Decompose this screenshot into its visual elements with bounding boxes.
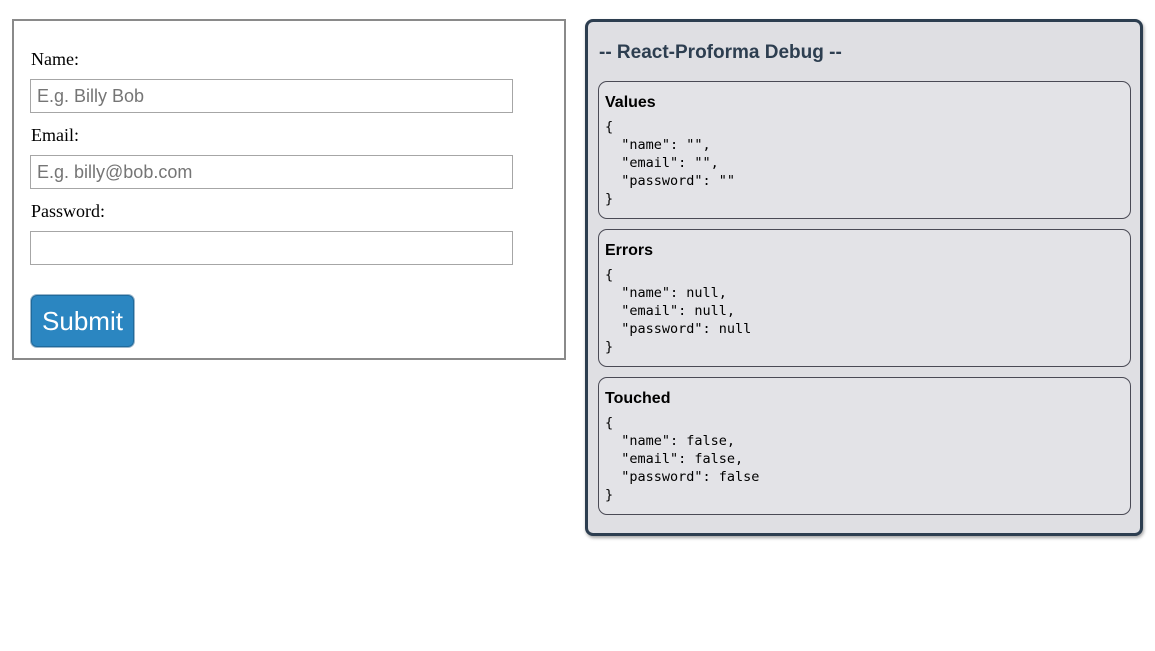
- errors-section: Errors { "name": null, "email": null, "p…: [598, 229, 1131, 367]
- signup-form: Name: Email: Password: Submit: [12, 19, 566, 360]
- email-label: Email:: [31, 125, 79, 145]
- values-title: Values: [605, 94, 656, 111]
- json-line: {: [605, 415, 614, 431]
- name-input[interactable]: [30, 79, 513, 113]
- email-input[interactable]: [30, 155, 513, 189]
- json-line: "name": null,: [605, 285, 727, 301]
- json-line: "password": "": [605, 173, 736, 189]
- json-line: {: [605, 119, 614, 135]
- json-line: }: [605, 191, 614, 207]
- debug-panel: -- React-Proforma Debug -- Values { "nam…: [585, 19, 1143, 536]
- touched-title: Touched: [605, 390, 671, 407]
- name-label: Name:: [31, 49, 79, 69]
- json-line: "email": "",: [605, 155, 719, 171]
- json-line: {: [605, 267, 614, 283]
- errors-json: { "name": null, "email": null, "password…: [605, 266, 751, 356]
- json-line: "name": false,: [605, 433, 736, 449]
- json-line: "name": "",: [605, 137, 711, 153]
- password-label: Password:: [31, 201, 106, 221]
- values-json: { "name": "", "email": "", "password": "…: [605, 118, 735, 208]
- json-line: }: [605, 339, 614, 355]
- json-line: "password": null: [605, 321, 752, 337]
- password-input[interactable]: [30, 231, 513, 265]
- json-line: "email": false,: [605, 451, 744, 467]
- submit-button[interactable]: Submit: [31, 295, 134, 347]
- json-line: "password": false: [605, 469, 760, 485]
- errors-title: Errors: [605, 242, 654, 259]
- touched-section: Touched { "name": false, "email": false,…: [598, 377, 1131, 515]
- json-line: }: [605, 487, 614, 503]
- touched-json: { "name": false, "email": false, "passwo…: [605, 414, 759, 504]
- json-line: "email": null,: [605, 303, 736, 319]
- debug-title: -- React-Proforma Debug --: [599, 42, 842, 63]
- values-section: Values { "name": "", "email": "", "passw…: [598, 81, 1131, 219]
